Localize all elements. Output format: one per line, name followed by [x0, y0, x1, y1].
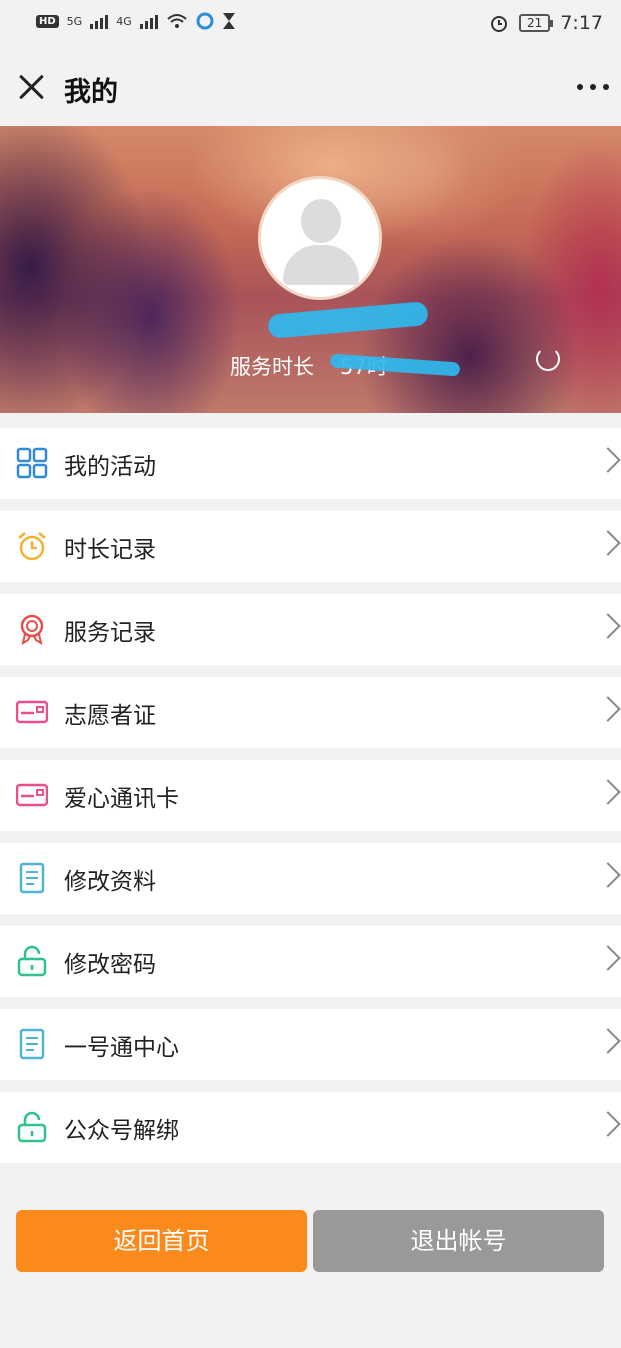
menu-item-edit-profile[interactable]: 修改资料 [0, 843, 621, 914]
id-card-icon [16, 700, 48, 724]
menu-item-love-card[interactable]: 爱心通讯卡 [0, 760, 621, 831]
menu-item-my-activities[interactable]: 我的活动 [0, 428, 621, 499]
chevron-right-icon [595, 862, 621, 888]
user-silhouette-icon [301, 199, 341, 243]
network-4g-label: 4G [116, 14, 132, 28]
title-bar: 我的 [0, 48, 621, 126]
clock-time: 7:17 [560, 12, 603, 34]
menu-item-label: 一号通中心 [64, 1035, 179, 1061]
status-right: 21 7:17 [489, 12, 603, 34]
app-notification-icon [196, 12, 214, 30]
alarm-icon [491, 16, 508, 32]
menu-item-label: 志愿者证 [64, 703, 156, 729]
user-silhouette-body [283, 245, 359, 285]
chevron-right-icon [595, 447, 621, 473]
chevron-right-icon [595, 530, 621, 556]
hourglass-icon [222, 13, 235, 29]
menu-item-label: 修改密码 [64, 952, 156, 978]
menu-item-service-records[interactable]: 服务记录 [0, 594, 621, 665]
alarm-clock-icon [18, 532, 46, 561]
menu-item-label: 修改资料 [64, 869, 156, 895]
back-to-home-button[interactable]: 返回首页 [16, 1210, 307, 1272]
refresh-icon[interactable] [536, 347, 560, 371]
grid-icon [16, 447, 48, 479]
unlock-icon [17, 1111, 47, 1143]
signal-icon [90, 13, 109, 29]
document-icon [19, 1028, 45, 1060]
menu-item-unbind-official-account[interactable]: 公众号解绑 [0, 1092, 621, 1163]
chevron-right-icon [595, 1028, 621, 1054]
redacted-username [267, 301, 429, 339]
unlock-icon [17, 945, 47, 977]
chevron-right-icon [595, 945, 621, 971]
menu-item-label: 我的活动 [64, 454, 156, 480]
status-indicators: HD 5G 4G [36, 12, 236, 30]
battery-icon: 21 [519, 14, 554, 32]
more-options-icon[interactable] [577, 84, 609, 90]
network-5g-label: 5G [66, 14, 83, 28]
chevron-right-icon [595, 696, 621, 722]
chevron-right-icon [595, 613, 621, 639]
chevron-right-icon [595, 1111, 621, 1137]
logout-button[interactable]: 退出帐号 [313, 1210, 604, 1272]
signal-icon [139, 13, 158, 29]
menu-item-volunteer-certificate[interactable]: 志愿者证 [0, 677, 621, 748]
menu-item-label: 公众号解绑 [64, 1118, 179, 1144]
menu-list: 我的活动 时长记录 服务记录 志愿者证 爱心通讯卡 修改资料 修改密码 一号通中… [0, 413, 621, 1163]
status-bar: HD 5G 4G 21 7:17 [0, 0, 621, 48]
close-icon[interactable] [18, 73, 46, 101]
menu-item-label: 服务记录 [64, 620, 156, 646]
menu-item-change-password[interactable]: 修改密码 [0, 926, 621, 997]
chevron-right-icon [595, 779, 621, 805]
award-ribbon-icon [20, 614, 44, 645]
profile-header: 服务时长 57时 [0, 126, 621, 413]
service-duration-label: 服务时长 [230, 355, 314, 379]
avatar[interactable] [258, 176, 382, 300]
document-icon [19, 862, 45, 894]
hd-badge: HD [36, 14, 59, 28]
menu-item-label: 爱心通讯卡 [64, 786, 179, 812]
page-title: 我的 [64, 77, 118, 108]
menu-item-label: 时长记录 [64, 537, 156, 563]
menu-item-one-number-center[interactable]: 一号通中心 [0, 1009, 621, 1080]
id-card-icon [16, 783, 48, 807]
menu-item-duration-records[interactable]: 时长记录 [0, 511, 621, 582]
wifi-icon [167, 14, 187, 28]
